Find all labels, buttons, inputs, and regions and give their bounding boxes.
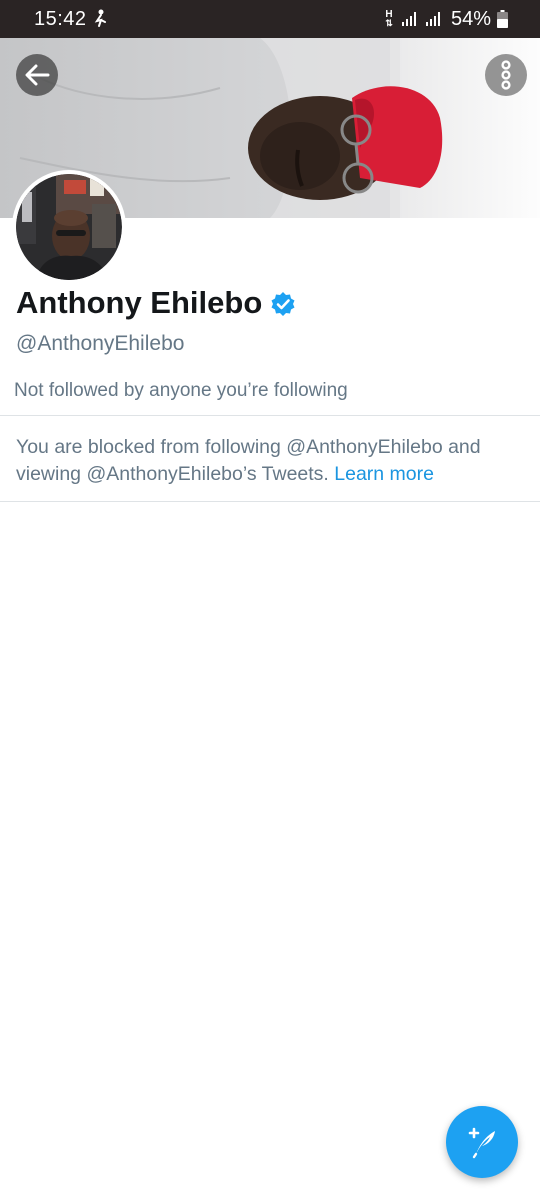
verified-badge-icon: [271, 292, 295, 316]
profile-handle: @AnthonyEhilebo: [16, 332, 185, 355]
network-type-icon: H ⇅: [383, 10, 395, 28]
divider: [0, 501, 540, 502]
more-vertical-icon: [501, 60, 511, 90]
back-button[interactable]: [16, 54, 58, 96]
arrow-left-icon: [25, 64, 50, 86]
signal-strength-icon: [401, 12, 416, 26]
status-right-group: H ⇅ 54%: [383, 7, 508, 31]
followers-you-know-text[interactable]: Not followed by anyone you’re following: [14, 380, 348, 402]
battery-percent: 54%: [450, 7, 491, 30]
display-name: Anthony Ehilebo: [16, 285, 263, 320]
divider: [0, 415, 540, 416]
notification-icon: [94, 9, 106, 27]
battery-icon: [497, 10, 508, 28]
status-time: 15:42: [34, 8, 87, 30]
status-bar: 15:42 H ⇅ 54%: [0, 0, 540, 38]
signal-strength-icon-2: [425, 12, 440, 26]
more-options-button[interactable]: [485, 54, 527, 96]
compose-tweet-icon: [468, 1127, 495, 1159]
compose-tweet-button[interactable]: [446, 1106, 518, 1178]
learn-more-link[interactable]: Learn more: [334, 463, 434, 485]
profile-avatar[interactable]: [12, 170, 126, 284]
display-name-row: Anthony Ehilebo: [16, 285, 296, 321]
profile-screen: 15:42 H ⇅ 54% Anthony Ehilebo @AnthonyEh…: [0, 0, 540, 1200]
blocked-notice: You are blocked from following @AnthonyE…: [16, 434, 521, 488]
